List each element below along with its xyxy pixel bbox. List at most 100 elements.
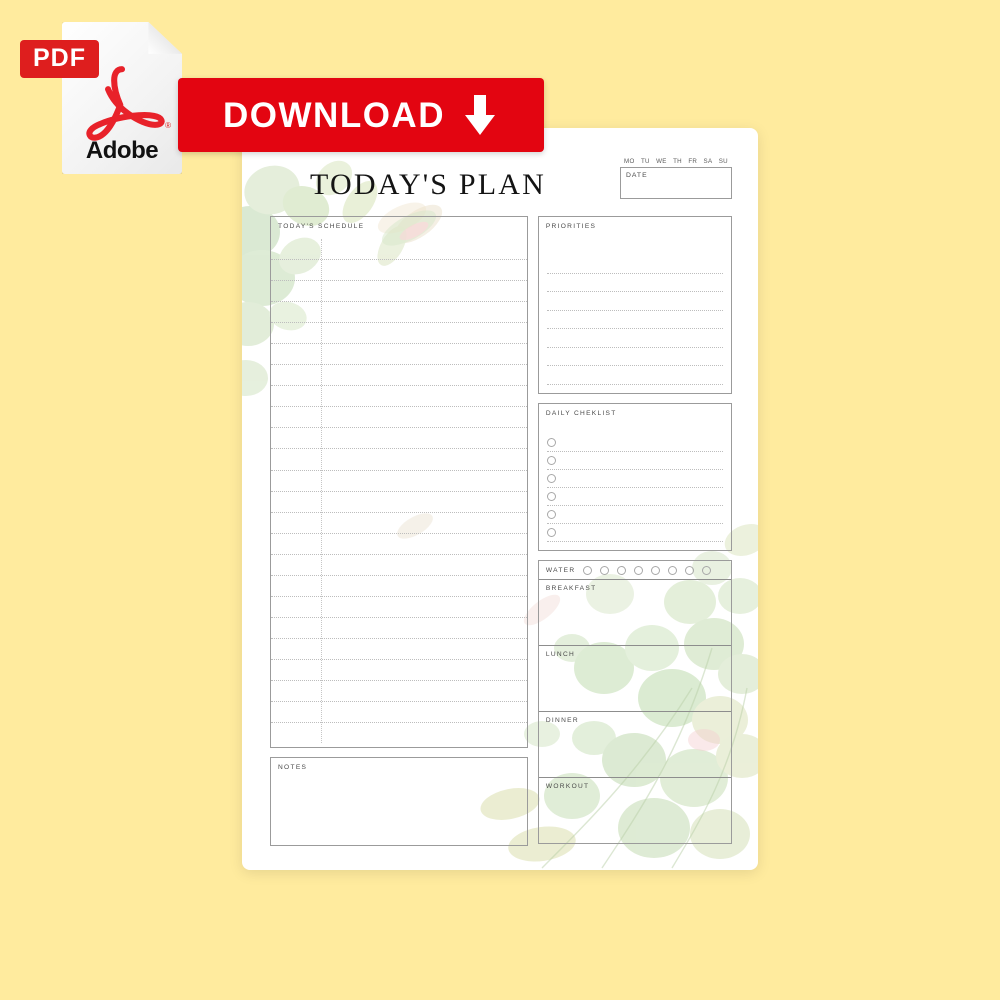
- breakfast-box[interactable]: BREAKFAST: [538, 580, 731, 646]
- checklist-item[interactable]: [546, 506, 723, 524]
- daily-checklist-items[interactable]: [546, 434, 723, 542]
- daily-checklist-label: DAILY CHEKLIST: [545, 410, 617, 417]
- day-th[interactable]: TH: [673, 158, 682, 165]
- priorities-panel[interactable]: PRIORITIES: [537, 216, 732, 394]
- lunch-label: LUNCH: [545, 651, 576, 658]
- schedule-row[interactable]: [271, 555, 527, 576]
- schedule-rows[interactable]: [271, 239, 527, 743]
- download-button-label: DOWNLOAD: [223, 95, 445, 135]
- checkbox-circle-icon[interactable]: [546, 456, 556, 465]
- checkbox-circle-icon[interactable]: [546, 492, 556, 501]
- checklist-item[interactable]: [546, 434, 723, 452]
- schedule-row[interactable]: [271, 260, 527, 282]
- day-fr[interactable]: FR: [688, 158, 697, 165]
- checkbox-circle-icon[interactable]: [546, 474, 556, 483]
- screenshot-stage: TODAY'S PLAN MO TU WE TH FR SA SU DATE T…: [0, 0, 1000, 1000]
- planner-page: TODAY'S PLAN MO TU WE TH FR SA SU DATE T…: [242, 128, 758, 870]
- schedule-row[interactable]: [271, 344, 527, 366]
- priority-line[interactable]: [546, 348, 723, 367]
- water-glass-circle-icon[interactable]: [617, 565, 627, 575]
- workout-box[interactable]: WORKOUT: [539, 778, 731, 843]
- priority-line[interactable]: [546, 274, 723, 293]
- priority-line[interactable]: [546, 366, 723, 386]
- water-tracker-row[interactable]: WATER: [538, 561, 731, 580]
- adobe-wordmark: Adobe: [85, 137, 159, 164]
- schedule-row[interactable]: [271, 407, 527, 429]
- schedule-row[interactable]: [271, 386, 527, 408]
- priority-line[interactable]: [546, 311, 723, 330]
- schedule-row[interactable]: [271, 513, 527, 534]
- schedule-row[interactable]: [271, 449, 527, 471]
- water-glass-circle-icon[interactable]: [583, 565, 593, 575]
- schedule-row[interactable]: [271, 281, 527, 303]
- notes-panel[interactable]: NOTES: [270, 757, 528, 846]
- checklist-item[interactable]: [546, 470, 723, 488]
- water-label: WATER: [545, 566, 576, 574]
- schedule-row[interactable]: [271, 492, 527, 513]
- priority-line[interactable]: [546, 329, 723, 348]
- date-input[interactable]: DATE: [620, 167, 732, 199]
- schedule-row[interactable]: [271, 471, 527, 492]
- schedule-row[interactable]: [271, 323, 527, 345]
- priorities-lines[interactable]: [546, 255, 723, 386]
- schedule-row[interactable]: [271, 639, 527, 660]
- page-header: TODAY'S PLAN MO TU WE TH FR SA SU DATE: [270, 156, 732, 210]
- schedule-row[interactable]: [271, 534, 527, 555]
- page-fold-corner-icon: [148, 22, 182, 54]
- right-column: PRIORITIES DAILY CHEKLIST WATER BREAKFAS…: [537, 216, 732, 846]
- water-glass-circle-icon[interactable]: [600, 565, 610, 575]
- date-block: MO TU WE TH FR SA SU DATE: [620, 158, 732, 199]
- download-arrow-icon: [464, 95, 495, 135]
- registered-trademark-icon: ®: [165, 121, 171, 130]
- todays-schedule-panel[interactable]: TODAY'S SCHEDULE: [270, 216, 528, 748]
- schedule-row[interactable]: [271, 576, 527, 597]
- day-sa[interactable]: SA: [704, 158, 713, 165]
- schedule-row[interactable]: [271, 660, 527, 681]
- schedule-row[interactable]: [271, 597, 527, 618]
- dinner-box[interactable]: DINNER: [538, 712, 731, 778]
- breakfast-label: BREAKFAST: [545, 585, 597, 592]
- download-button[interactable]: DOWNLOAD: [178, 78, 544, 152]
- priority-line[interactable]: [546, 255, 723, 274]
- checkbox-circle-icon[interactable]: [546, 528, 556, 537]
- schedule-row[interactable]: [271, 618, 527, 639]
- schedule-row[interactable]: [271, 365, 527, 387]
- schedule-row[interactable]: [271, 302, 527, 324]
- schedule-row[interactable]: [271, 428, 527, 450]
- lunch-box[interactable]: LUNCH: [538, 646, 731, 712]
- schedule-row[interactable]: [271, 681, 527, 703]
- daily-checklist-panel[interactable]: DAILY CHEKLIST: [537, 403, 732, 551]
- dinner-label: DINNER: [545, 717, 579, 724]
- schedule-row[interactable]: [271, 702, 527, 724]
- meals-panel[interactable]: WATER BREAKFAST LUNCH DINNER WORKOUT: [537, 560, 732, 844]
- water-glasses[interactable]: [583, 565, 712, 575]
- checkbox-circle-icon[interactable]: [546, 510, 556, 519]
- checkbox-circle-icon[interactable]: [546, 438, 556, 447]
- left-column: TODAY'S SCHEDULE NOTES: [270, 216, 528, 846]
- page-title: TODAY'S PLAN: [310, 168, 547, 201]
- priority-line[interactable]: [546, 292, 723, 311]
- water-glass-circle-icon[interactable]: [685, 565, 695, 575]
- schedule-row[interactable]: [271, 723, 527, 743]
- water-glass-circle-icon[interactable]: [668, 565, 678, 575]
- water-glass-circle-icon[interactable]: [634, 565, 644, 575]
- schedule-time-divider: [320, 239, 322, 743]
- checklist-item[interactable]: [546, 488, 723, 506]
- day-tu[interactable]: TU: [641, 158, 650, 165]
- schedule-row[interactable]: [271, 239, 527, 261]
- page-body: TODAY'S SCHEDULE NOTES PRIORITIES DAILY …: [270, 216, 732, 846]
- water-glass-circle-icon[interactable]: [702, 565, 712, 575]
- todays-schedule-label: TODAY'S SCHEDULE: [278, 223, 365, 230]
- day-su[interactable]: SU: [719, 158, 728, 165]
- notes-label: NOTES: [278, 764, 308, 771]
- workout-label: WORKOUT: [545, 783, 590, 790]
- water-glass-circle-icon[interactable]: [651, 565, 661, 575]
- adobe-pdf-file-icon[interactable]: Adobe ® PDF: [20, 22, 182, 174]
- checklist-item[interactable]: [546, 524, 723, 542]
- priorities-label: PRIORITIES: [545, 223, 597, 230]
- day-of-week-row[interactable]: MO TU WE TH FR SA SU: [620, 158, 732, 167]
- day-mo[interactable]: MO: [624, 158, 635, 165]
- checklist-item[interactable]: [546, 452, 723, 470]
- pdf-format-badge: PDF: [20, 40, 99, 78]
- day-we[interactable]: WE: [656, 158, 667, 165]
